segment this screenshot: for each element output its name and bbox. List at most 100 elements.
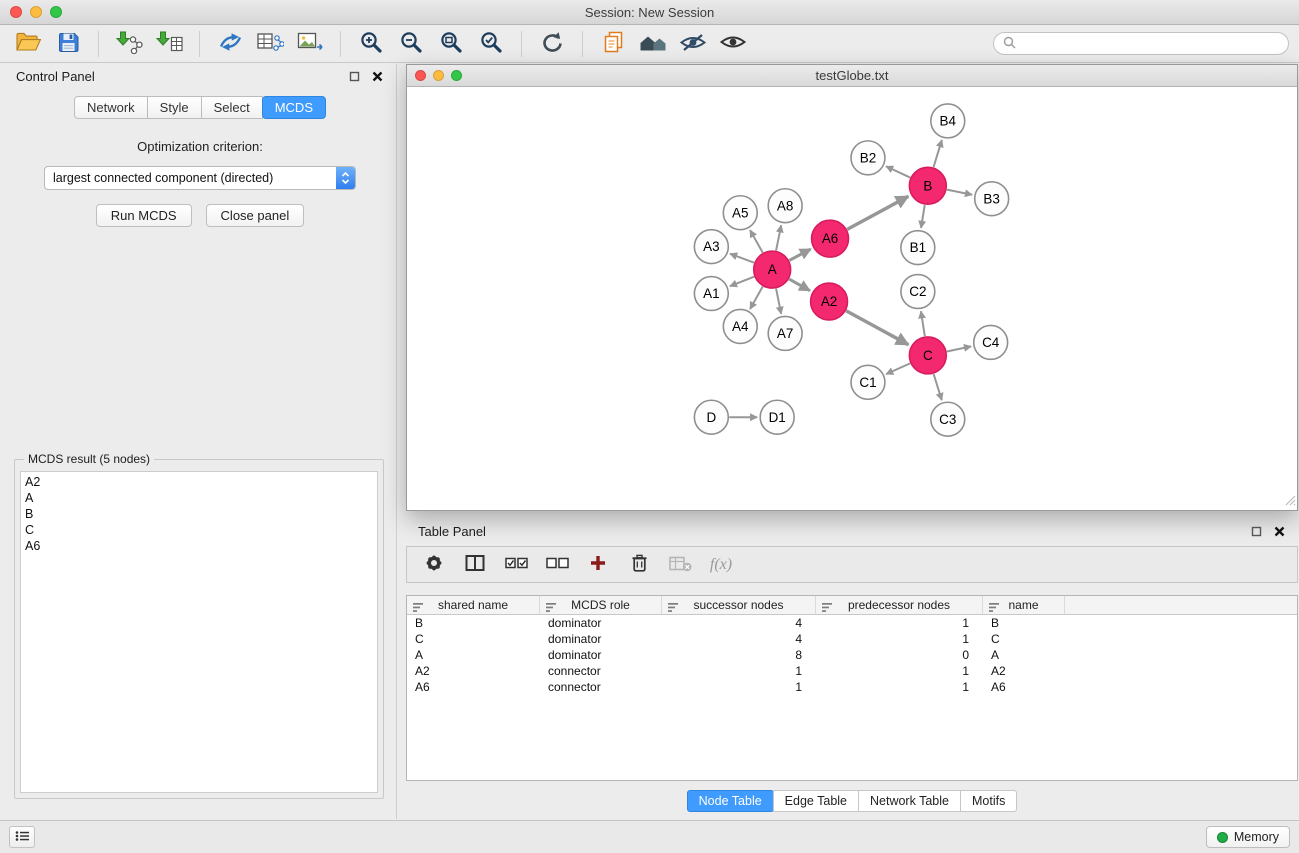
node-B[interactable]: B (909, 167, 946, 204)
edge-A-A1[interactable] (730, 277, 754, 287)
node-C4[interactable]: C4 (974, 325, 1008, 359)
edge-C-C4[interactable] (947, 346, 971, 351)
toolbar-save-button[interactable] (50, 29, 86, 59)
edge-C-C2[interactable] (921, 311, 925, 336)
table-select-all-button[interactable] (503, 551, 529, 579)
edge-A-A7[interactable] (776, 289, 781, 314)
node-C1[interactable]: C1 (851, 365, 885, 399)
table-tab-motifs[interactable]: Motifs (960, 790, 1017, 812)
toolbar-zoom-selected-button[interactable] (473, 29, 509, 59)
toolbar-open-folder-button[interactable] (10, 29, 46, 59)
node-D1[interactable]: D1 (760, 400, 794, 434)
network-zoom-traffic-light[interactable] (451, 70, 462, 81)
search-box[interactable] (993, 32, 1289, 55)
resize-grip[interactable] (1285, 494, 1296, 509)
table-row[interactable]: A6connector11A6 (407, 679, 1297, 695)
network-canvas[interactable]: B4 B2 B B3 A5 A8 A6 A3 B1 A C2 A1 A2 A4 A7 C4 C C1 C3 D D1 (407, 88, 1297, 510)
toolbar-zoom-in-button[interactable] (353, 29, 389, 59)
edge-A2-C[interactable] (846, 311, 908, 345)
control-tab-select[interactable]: Select (201, 96, 263, 119)
node-A1[interactable]: A1 (694, 277, 728, 311)
column-header-predecessor-nodes[interactable]: predecessor nodes (816, 596, 983, 615)
panel-menu-button[interactable] (9, 826, 35, 848)
node-A6[interactable]: A6 (812, 220, 849, 257)
toolbar-hide-button[interactable] (675, 29, 711, 59)
node-C[interactable]: C (909, 337, 946, 374)
node-C2[interactable]: C2 (901, 275, 935, 309)
table-fx-button[interactable]: f(x) (708, 551, 734, 579)
mcds-result-item[interactable]: A2 (25, 474, 377, 490)
table-trash-button[interactable] (626, 551, 652, 579)
toolbar-zoom-fit-button[interactable] (433, 29, 469, 59)
table-row[interactable]: Cdominator41C (407, 631, 1297, 647)
edge-B-B1[interactable] (921, 205, 925, 228)
table-row[interactable]: Adominator80A (407, 647, 1297, 663)
table-add-column-button[interactable] (585, 551, 611, 579)
toolbar-zoom-out-button[interactable] (393, 29, 429, 59)
edge-C-C1[interactable] (886, 363, 910, 374)
close-table-panel-button[interactable] (1272, 524, 1286, 538)
edge-A-A3[interactable] (730, 254, 754, 263)
node-A2[interactable]: A2 (811, 283, 848, 320)
toolbar-image-network-button[interactable] (292, 29, 328, 59)
search-input[interactable] (1021, 37, 1279, 51)
close-panel-button[interactable] (370, 69, 384, 83)
table-gear-button[interactable] (421, 551, 447, 579)
node-A3[interactable]: A3 (694, 230, 728, 264)
toolbar-import-network-button[interactable] (111, 29, 147, 59)
toolbar-eye-button[interactable] (715, 29, 751, 59)
edge-A-A6[interactable] (789, 249, 810, 260)
column-header-successor-nodes[interactable]: successor nodes (662, 596, 816, 615)
close-panel-button-secondary[interactable]: Close panel (206, 204, 305, 227)
edge-A-A8[interactable] (776, 225, 781, 250)
node-A5[interactable]: A5 (723, 196, 757, 230)
node-B4[interactable]: B4 (931, 104, 965, 138)
control-tab-network[interactable]: Network (74, 96, 148, 119)
toolbar-home-button[interactable] (635, 29, 671, 59)
toolbar-refresh-button[interactable] (534, 29, 570, 59)
mcds-result-list[interactable]: A2ABCA6 (20, 471, 378, 793)
optimization-criterion-select[interactable]: largest connected component (directed) (44, 166, 356, 190)
table-deselect-all-button[interactable] (544, 551, 570, 579)
node-A8[interactable]: A8 (768, 189, 802, 223)
column-header-shared-name[interactable]: shared name (407, 596, 540, 615)
toolbar-annotation-button[interactable] (595, 29, 631, 59)
edge-A-A5[interactable] (750, 230, 763, 253)
edge-B-B2[interactable] (886, 166, 910, 177)
table-columns-button[interactable] (462, 551, 488, 579)
edge-A6-B[interactable] (847, 196, 908, 229)
table-tab-edge-table[interactable]: Edge Table (773, 790, 859, 812)
node-A7[interactable]: A7 (768, 316, 802, 350)
network-minimize-traffic-light[interactable] (433, 70, 444, 81)
column-header-name[interactable]: name (983, 596, 1065, 615)
node-D[interactable]: D (694, 400, 728, 434)
mcds-result-item[interactable]: A6 (25, 538, 377, 554)
node-B1[interactable]: B1 (901, 231, 935, 265)
minimize-traffic-light[interactable] (30, 6, 42, 18)
table-row[interactable]: Bdominator41B (407, 615, 1297, 631)
node-A4[interactable]: A4 (723, 309, 757, 343)
zoom-traffic-light[interactable] (50, 6, 62, 18)
table-tab-node-table[interactable]: Node Table (687, 790, 774, 812)
mcds-result-item[interactable]: A (25, 490, 377, 506)
toolbar-table-network-button[interactable] (252, 29, 288, 59)
node-A[interactable]: A (754, 251, 791, 288)
network-close-traffic-light[interactable] (415, 70, 426, 81)
edge-B-B4[interactable] (934, 140, 942, 167)
column-header-mcds-role[interactable]: MCDS role (540, 596, 662, 615)
mcds-result-item[interactable]: B (25, 506, 377, 522)
node-B2[interactable]: B2 (851, 141, 885, 175)
node-C3[interactable]: C3 (931, 402, 965, 436)
toolbar-import-table-button[interactable] (151, 29, 187, 59)
control-tab-mcds[interactable]: MCDS (262, 96, 326, 119)
float-panel-button[interactable] (347, 69, 361, 83)
toolbar-network-shuffle-button[interactable] (212, 29, 248, 59)
edge-C-C3[interactable] (934, 374, 942, 400)
table-tab-network-table[interactable]: Network Table (858, 790, 961, 812)
run-mcds-button[interactable]: Run MCDS (96, 204, 192, 227)
edge-A-A2[interactable] (789, 279, 810, 291)
table-delete-table-button[interactable] (667, 551, 693, 579)
edge-B-B3[interactable] (947, 190, 972, 195)
node-B3[interactable]: B3 (975, 182, 1009, 216)
float-table-panel-button[interactable] (1249, 524, 1263, 538)
